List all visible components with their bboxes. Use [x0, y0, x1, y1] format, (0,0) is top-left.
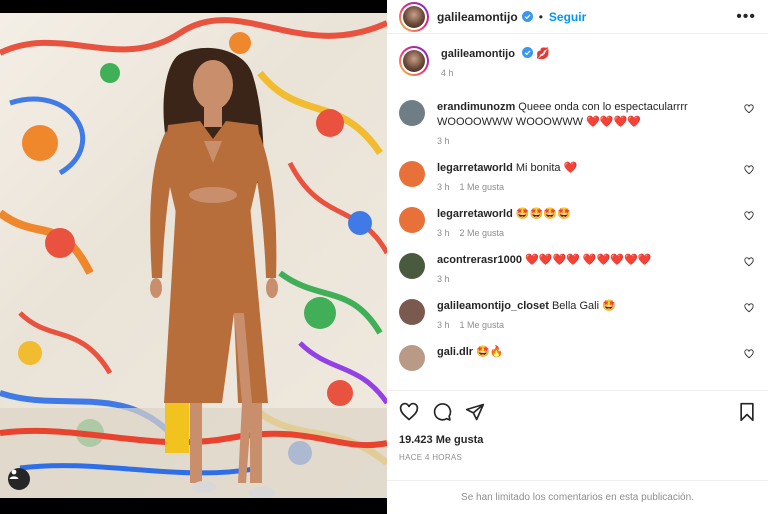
- comment-text: ❤️❤️❤️❤️ ❤️❤️❤️❤️❤️: [525, 254, 652, 266]
- comment-likes[interactable]: 1 Me gusta: [460, 182, 505, 192]
- comment-row: gali.dlr 🤩🔥: [399, 345, 754, 371]
- comment-like-icon[interactable]: [744, 257, 754, 267]
- author-username[interactable]: galileamontijo: [437, 10, 518, 24]
- comment-time: 3 h: [437, 320, 450, 330]
- post-actions: 19.423 Me gusta HACE 4 HORAS: [387, 390, 768, 462]
- share-icon[interactable]: [465, 402, 485, 422]
- comment-text: Mi bonita ❤️: [515, 162, 578, 174]
- comment-row: galileamontijo_closet Bella Gali 🤩 3 h 1 …: [399, 299, 754, 330]
- comment-username[interactable]: galileamontijo_closet: [437, 300, 549, 312]
- more-options-icon[interactable]: •••: [736, 8, 756, 26]
- comment-username[interactable]: gali.dlr: [437, 346, 473, 358]
- comment-icon[interactable]: [432, 402, 452, 422]
- comment-text: Bella Gali 🤩: [551, 300, 616, 312]
- caption-avatar[interactable]: [399, 46, 429, 76]
- verified-badge-icon: [522, 47, 534, 58]
- comment-time: 3 h: [437, 228, 450, 238]
- comment-like-icon[interactable]: [744, 165, 754, 175]
- action-icons: [399, 401, 756, 423]
- comment-row: legarretaworld Mi bonita ❤️ 3 h 1 Me gust…: [399, 161, 754, 192]
- comment-row: erandimunozm Queee onda con lo espectacu…: [399, 100, 754, 146]
- caption-row: galileamontijo 💋 4 h: [399, 46, 754, 78]
- likes-count[interactable]: 19.423 Me gusta: [399, 434, 756, 446]
- comment-avatar[interactable]: [399, 207, 425, 233]
- comment-like-icon[interactable]: [744, 303, 754, 313]
- comments-limited-notice: Se han limitado los comentarios en esta …: [387, 480, 768, 514]
- post-header: galileamontijo • Seguir •••: [387, 0, 768, 34]
- comment-like-icon[interactable]: [744, 211, 754, 221]
- comment-likes[interactable]: 2 Me gusta: [460, 228, 505, 238]
- caption-time: 4 h: [441, 68, 454, 78]
- post-sidebar: galileamontijo • Seguir ••• galileamonti…: [387, 0, 768, 514]
- comment-username[interactable]: erandimunozm: [437, 101, 515, 113]
- bookmark-icon[interactable]: [738, 402, 756, 422]
- user-tag-icon[interactable]: [8, 468, 30, 490]
- post-timestamp: HACE 4 HORAS: [399, 453, 463, 462]
- separator-dot: •: [538, 9, 543, 24]
- author-avatar[interactable]: [399, 1, 429, 32]
- photo-artwork: [0, 17, 387, 498]
- comment-username[interactable]: legarretaworld: [437, 162, 513, 174]
- comment-row: legarretaworld 🤩🤩🤩🤩 3 h 2 Me gusta: [399, 207, 754, 238]
- comment-text: 🤩🤩🤩🤩: [515, 208, 571, 220]
- comment-avatar[interactable]: [399, 100, 425, 126]
- caption-username[interactable]: galileamontijo: [441, 48, 515, 60]
- comment-avatar[interactable]: [399, 345, 425, 371]
- comment-avatar[interactable]: [399, 299, 425, 325]
- follow-button[interactable]: Seguir: [549, 10, 586, 24]
- comment-avatar[interactable]: [399, 253, 425, 279]
- comment-avatar[interactable]: [399, 161, 425, 187]
- comments-list[interactable]: galileamontijo 💋 4 h erandimunozm Queee …: [387, 34, 768, 388]
- comment-time: 3 h: [437, 274, 450, 284]
- comment-username[interactable]: legarretaworld: [437, 208, 513, 220]
- photo-pane: [0, 0, 387, 514]
- caption-text: 💋: [536, 47, 550, 60]
- comment-like-icon[interactable]: [744, 349, 754, 359]
- comment-row: acontrerasr1000 ❤️❤️❤️❤️ ❤️❤️❤️❤️❤️ 3 h: [399, 253, 754, 284]
- comment-time: 3 h: [437, 136, 450, 146]
- post-photo[interactable]: [0, 13, 387, 498]
- comment-like-icon[interactable]: [744, 104, 754, 114]
- verified-badge-icon: [521, 11, 533, 22]
- comment-text: 🤩🔥: [476, 346, 504, 358]
- comment-likes[interactable]: 1 Me gusta: [460, 320, 505, 330]
- comment-time: 3 h: [437, 182, 450, 192]
- heart-icon[interactable]: [399, 402, 419, 422]
- comment-username[interactable]: acontrerasr1000: [437, 254, 522, 266]
